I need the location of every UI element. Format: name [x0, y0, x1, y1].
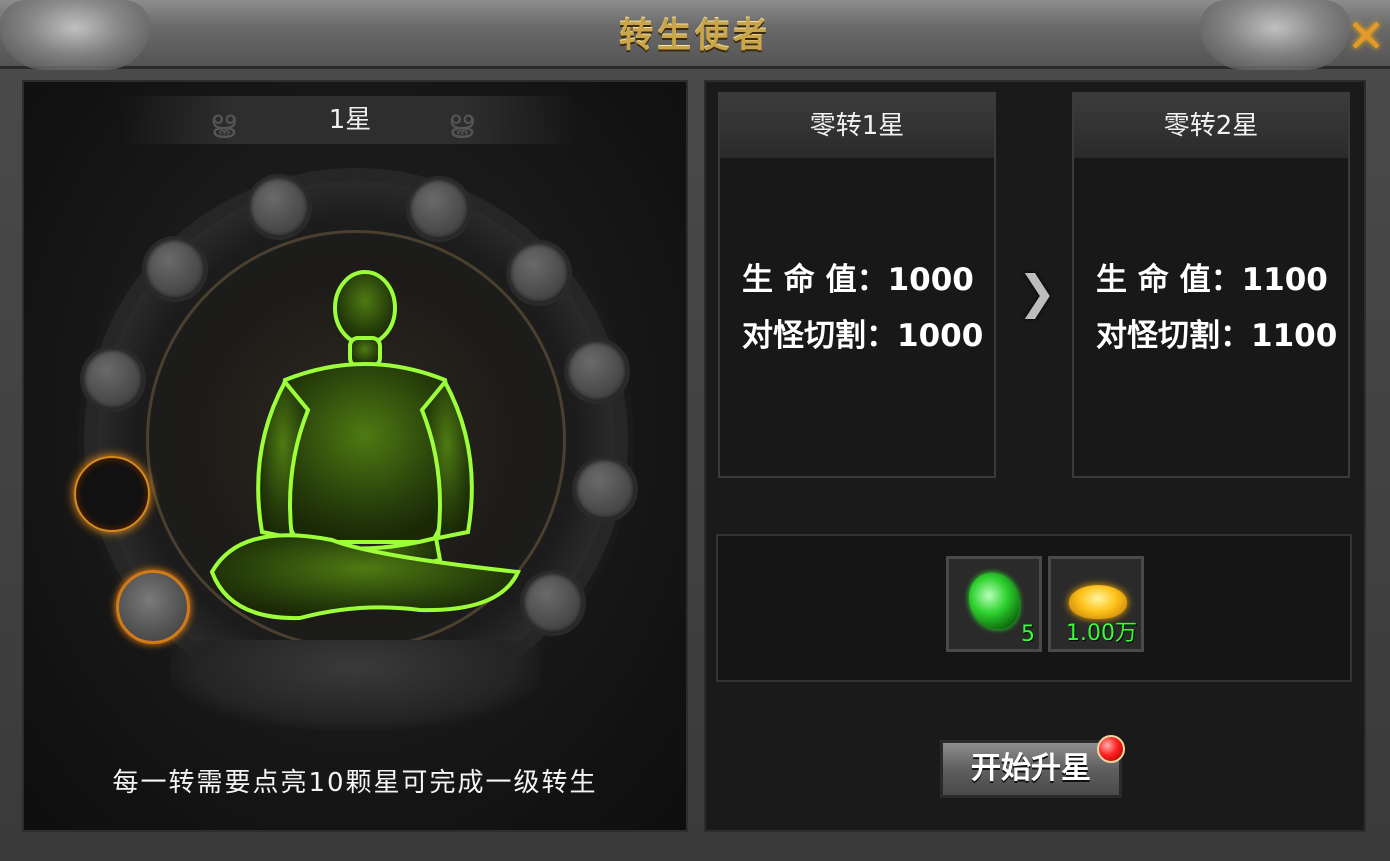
star-slot-lit	[116, 570, 190, 644]
star-slot	[506, 240, 572, 306]
star-slot	[246, 174, 312, 240]
stat-value: 1000	[887, 262, 974, 298]
current-level-title: 零转1星	[720, 94, 994, 158]
close-icon[interactable]: ✕	[1344, 9, 1388, 63]
cloud-ornament-icon: ൠ	[448, 104, 474, 139]
stat-value: 1100	[1241, 262, 1328, 298]
stat-label: 生 命 值：	[742, 262, 888, 298]
current-hp-stat: 生 命 值：1000	[742, 254, 974, 299]
stat-label: 生 命 值：	[1096, 262, 1242, 298]
arrow-right-icon: ❯	[1017, 265, 1057, 319]
dragon-ornament-left	[0, 0, 150, 70]
window-title: 转生使者	[619, 16, 771, 56]
star-slot	[406, 176, 472, 242]
stat-label: 对怪切割：	[1096, 318, 1251, 354]
item-quantity: 5	[1021, 622, 1035, 647]
meditating-figure	[209, 270, 521, 621]
star-slot	[564, 338, 630, 404]
current-cut-stat: 对怪切割：1000	[742, 310, 983, 355]
stat-value: 1000	[897, 318, 984, 354]
star-slot	[572, 456, 638, 522]
cloud-ornament-icon: ൠ	[210, 104, 236, 139]
next-cut-stat: 对怪切割：1100	[1096, 310, 1337, 355]
notification-dot-icon	[1097, 735, 1125, 763]
stat-label: 对怪切割：	[742, 318, 897, 354]
star-slot	[80, 346, 146, 412]
cost-item-gold[interactable]: 1.00万	[1048, 556, 1144, 652]
item-quantity: 1.00万	[1066, 621, 1137, 646]
gold-ingot-icon	[1069, 585, 1127, 619]
start-upgrade-button[interactable]: 开始升星	[940, 735, 1125, 798]
star-level-title: 1星	[120, 96, 580, 144]
star-slot	[520, 570, 586, 636]
star-slot-active	[74, 456, 150, 532]
start-upgrade-label: 开始升星	[971, 751, 1091, 786]
current-level-box: 零转1星 生 命 值：1000 对怪切割：1000	[718, 92, 996, 478]
cost-item-gem[interactable]: 5	[946, 556, 1042, 652]
rebirth-hint-text: 每一转需要点亮10颗星可完成一级转生	[112, 768, 598, 798]
dragon-ornament-right	[1200, 0, 1350, 70]
next-hp-stat: 生 命 值：1100	[1096, 254, 1328, 299]
star-slot	[142, 236, 208, 302]
next-level-title: 零转2星	[1074, 94, 1348, 158]
green-gem-icon	[969, 573, 1019, 629]
next-level-box: 零转2星 生 命 值：1100 对怪切割：1100	[1072, 92, 1350, 478]
stat-value: 1100	[1251, 318, 1338, 354]
